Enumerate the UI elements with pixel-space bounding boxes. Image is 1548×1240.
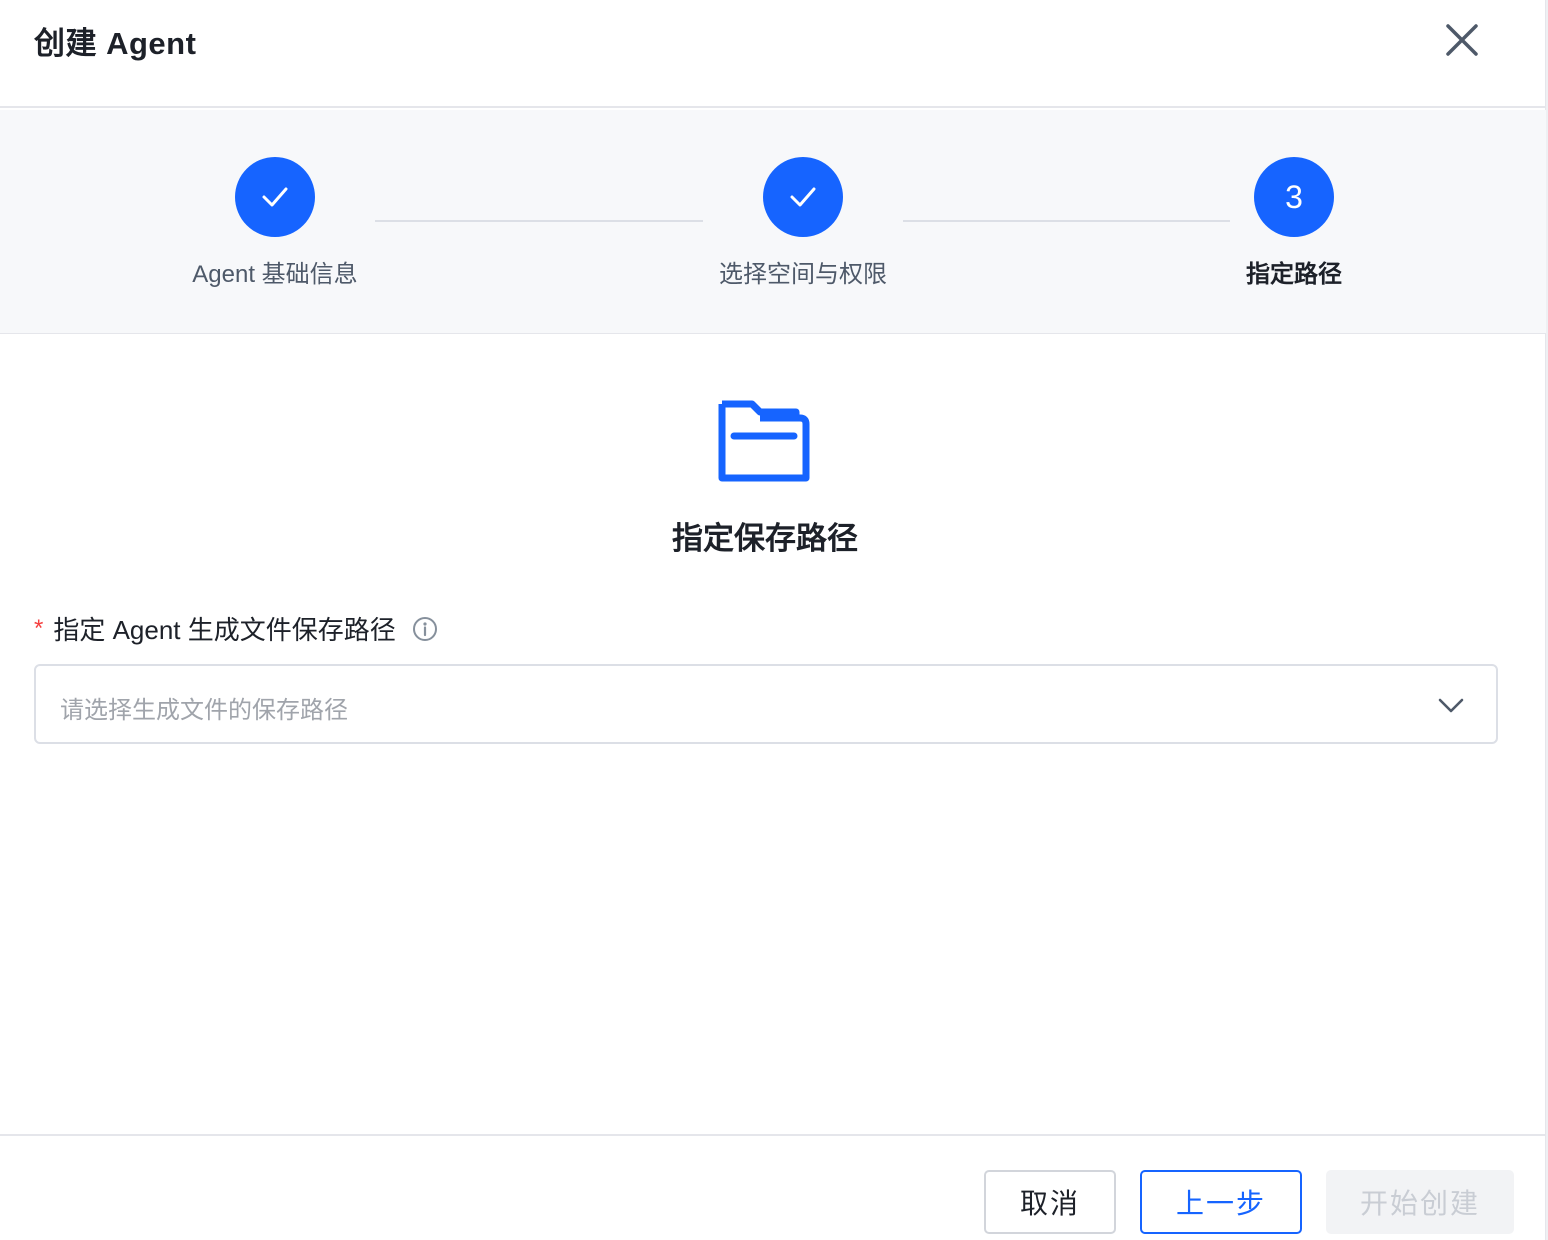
step-specify-path: 3 指定路径	[1184, 157, 1404, 289]
save-path-label: * 指定 Agent 生成文件保存路径	[34, 610, 438, 647]
step-number-marker: 3	[1254, 157, 1334, 237]
dialog-title: 创建 Agent	[34, 26, 197, 61]
folder-icon	[718, 400, 810, 482]
step-done-marker	[763, 157, 843, 237]
step-space-permission: 选择空间与权限	[693, 157, 913, 289]
check-icon	[262, 187, 288, 207]
info-icon[interactable]	[412, 616, 438, 642]
step-label: Agent 基础信息	[192, 261, 358, 288]
steps-progress: Agent 基础信息 选择空间与权限 3 指定路径	[0, 110, 1546, 334]
dialog-footer: 取消 上一步 开始创建	[0, 1134, 1546, 1240]
field-label-text: 指定 Agent 生成文件保存路径	[53, 615, 396, 645]
create-agent-dialog: 创建 Agent Agent 基础信息 选择空间与权限 3 指定路径 指定保存路…	[0, 0, 1546, 1240]
step-done-marker	[235, 157, 315, 237]
step-label: 选择空间与权限	[719, 261, 887, 288]
select-placeholder: 请选择生成文件的保存路径	[60, 697, 348, 724]
start-create-button[interactable]: 开始创建	[1326, 1170, 1514, 1234]
required-mark: *	[34, 614, 44, 642]
chevron-down-icon	[1436, 690, 1466, 720]
check-icon	[790, 187, 816, 207]
close-button[interactable]	[1440, 18, 1484, 62]
step-basic-info: Agent 基础信息	[165, 157, 385, 289]
cancel-button[interactable]: 取消	[984, 1170, 1116, 1234]
step-connector	[375, 220, 703, 222]
step-label: 指定路径	[1246, 261, 1342, 288]
dialog-header: 创建 Agent	[0, 0, 1546, 108]
close-icon	[1446, 24, 1478, 56]
save-path-select[interactable]: 请选择生成文件的保存路径	[34, 664, 1498, 744]
previous-step-button[interactable]: 上一步	[1140, 1170, 1302, 1234]
step-connector	[903, 220, 1230, 222]
section-heading: 指定保存路径	[672, 521, 858, 556]
